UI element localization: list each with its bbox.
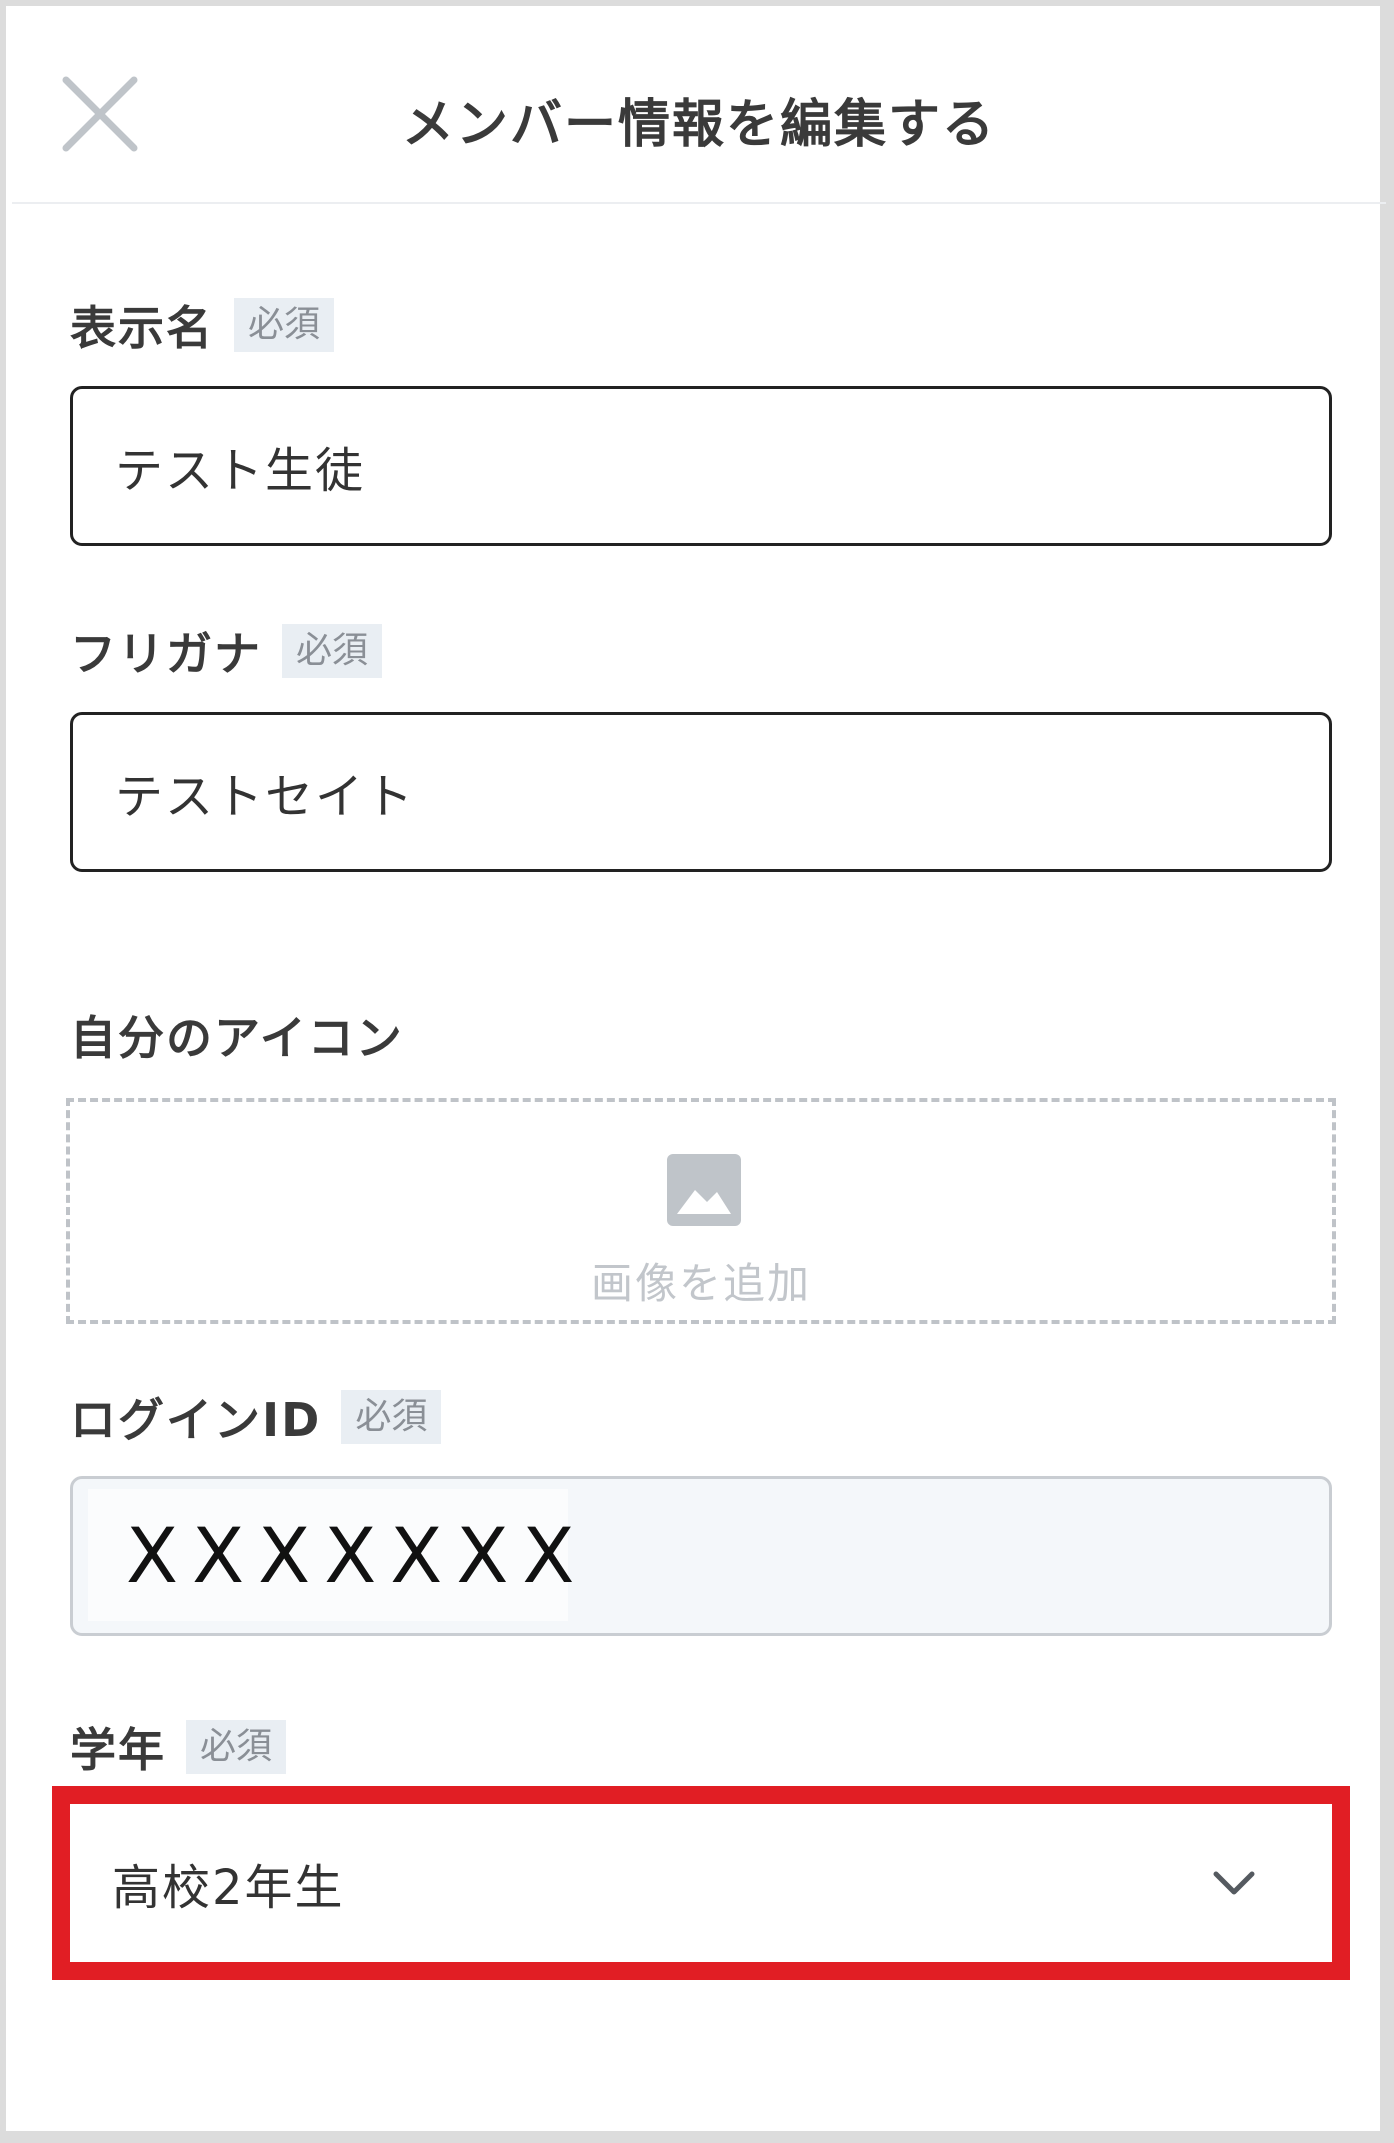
icon-label-row: 自分のアイコン bbox=[70, 1002, 404, 1068]
display-name-label: 表示名 bbox=[70, 301, 214, 355]
login-id-label: ログインID bbox=[70, 1393, 322, 1447]
page-title: メンバー情報を編集する bbox=[401, 95, 996, 155]
grade-select-value: 高校2年生 bbox=[112, 1860, 345, 1916]
furigana-input[interactable] bbox=[70, 712, 1332, 872]
image-icon bbox=[667, 1154, 741, 1226]
required-badge: 必須 bbox=[282, 624, 383, 678]
add-image-label: 画像を追加 bbox=[590, 1259, 811, 1308]
login-id-label-row: ログインID 必須 bbox=[70, 1384, 442, 1450]
display-name-input[interactable] bbox=[70, 386, 1332, 546]
grade-label: 学年 bbox=[70, 1723, 166, 1777]
required-badge: 必須 bbox=[234, 298, 335, 352]
chevron-down-icon bbox=[1213, 1871, 1255, 1895]
image-upload-area[interactable]: 画像を追加 bbox=[66, 1098, 1336, 1324]
required-badge: 必須 bbox=[341, 1390, 442, 1444]
display-name-label-row: 表示名 必須 bbox=[70, 292, 335, 358]
furigana-label-row: フリガナ 必須 bbox=[70, 618, 383, 684]
required-badge: 必須 bbox=[186, 1720, 287, 1774]
furigana-label: フリガナ bbox=[70, 627, 262, 681]
grade-select[interactable]: 高校2年生 bbox=[76, 1810, 1326, 1956]
login-id-value: XXXXXXX bbox=[88, 1489, 574, 1621]
grade-label-row: 学年 必須 bbox=[70, 1714, 287, 1780]
icon-label: 自分のアイコン bbox=[70, 1011, 404, 1065]
modal-header: メンバー情報を編集する bbox=[12, 12, 1386, 204]
modal-frame: メンバー情報を編集する 表示名 必須 フリガナ 必須 自分のアイコン 画像を追加… bbox=[0, 0, 1394, 2143]
